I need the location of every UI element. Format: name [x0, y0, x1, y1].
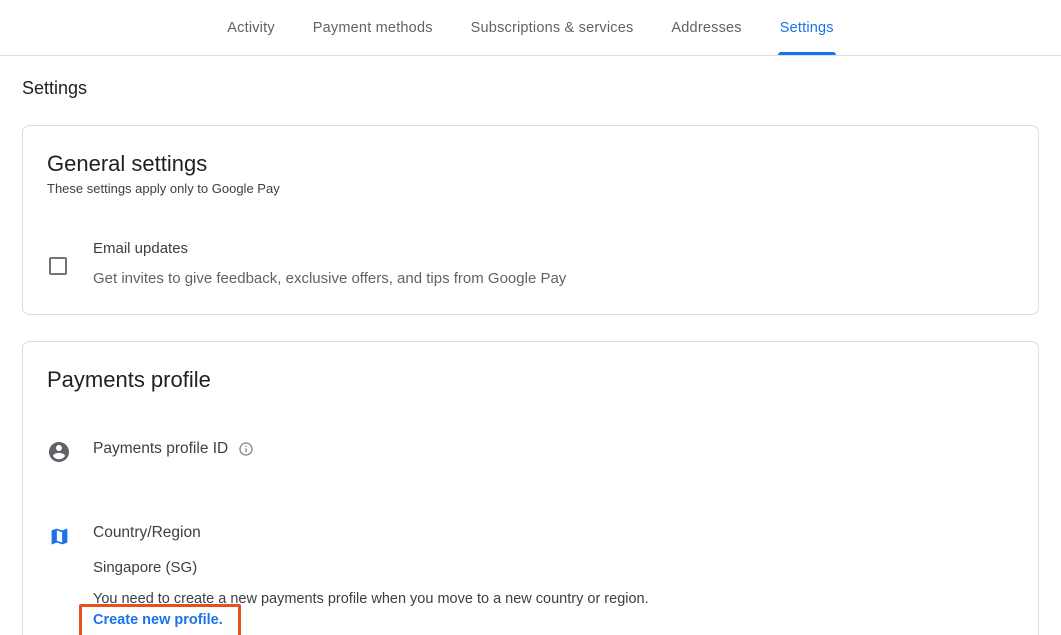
email-updates-checkbox[interactable] — [49, 257, 67, 275]
email-updates-text: Email updates Get invites to give feedba… — [93, 240, 566, 287]
email-updates-description: Get invites to give feedback, exclusive … — [93, 270, 566, 287]
payments-profile-card: Payments profile Payments profile ID — [22, 341, 1039, 635]
payments-profile-id-row: Payments profile ID — [47, 440, 1014, 464]
payments-profile-id-body: Payments profile ID — [93, 440, 254, 458]
page-title: Settings — [22, 78, 1039, 99]
info-icon[interactable] — [238, 441, 254, 457]
country-region-body: Country/Region Singapore (SG) You need t… — [93, 524, 649, 635]
tab-payment-methods[interactable]: Payment methods — [311, 0, 435, 55]
tab-settings[interactable]: Settings — [778, 0, 836, 55]
map-icon — [47, 524, 71, 548]
country-region-label: Country/Region — [93, 524, 201, 542]
email-updates-label: Email updates — [93, 240, 566, 257]
settings-page: Settings General settings These settings… — [0, 78, 1061, 635]
country-region-value: Singapore (SG) — [93, 559, 649, 576]
create-new-profile-link[interactable]: Create new profile. — [93, 612, 223, 628]
highlight-box: Create new profile. — [79, 604, 241, 635]
account-circle-icon — [47, 440, 71, 464]
tab-subscriptions-services[interactable]: Subscriptions & services — [469, 0, 636, 55]
tab-addresses[interactable]: Addresses — [669, 0, 743, 55]
payments-profile-title: Payments profile — [47, 366, 1014, 394]
payments-profile-id-label: Payments profile ID — [93, 440, 228, 458]
tab-activity[interactable]: Activity — [225, 0, 277, 55]
email-updates-row: Email updates Get invites to give feedba… — [47, 240, 1014, 287]
general-settings-card: General settings These settings apply on… — [22, 125, 1039, 315]
country-region-row: Country/Region Singapore (SG) You need t… — [47, 524, 1014, 635]
general-settings-subtitle: These settings apply only to Google Pay — [47, 181, 1014, 196]
tab-bar: Activity Payment methods Subscriptions &… — [0, 0, 1061, 56]
general-settings-title: General settings — [47, 150, 1014, 178]
